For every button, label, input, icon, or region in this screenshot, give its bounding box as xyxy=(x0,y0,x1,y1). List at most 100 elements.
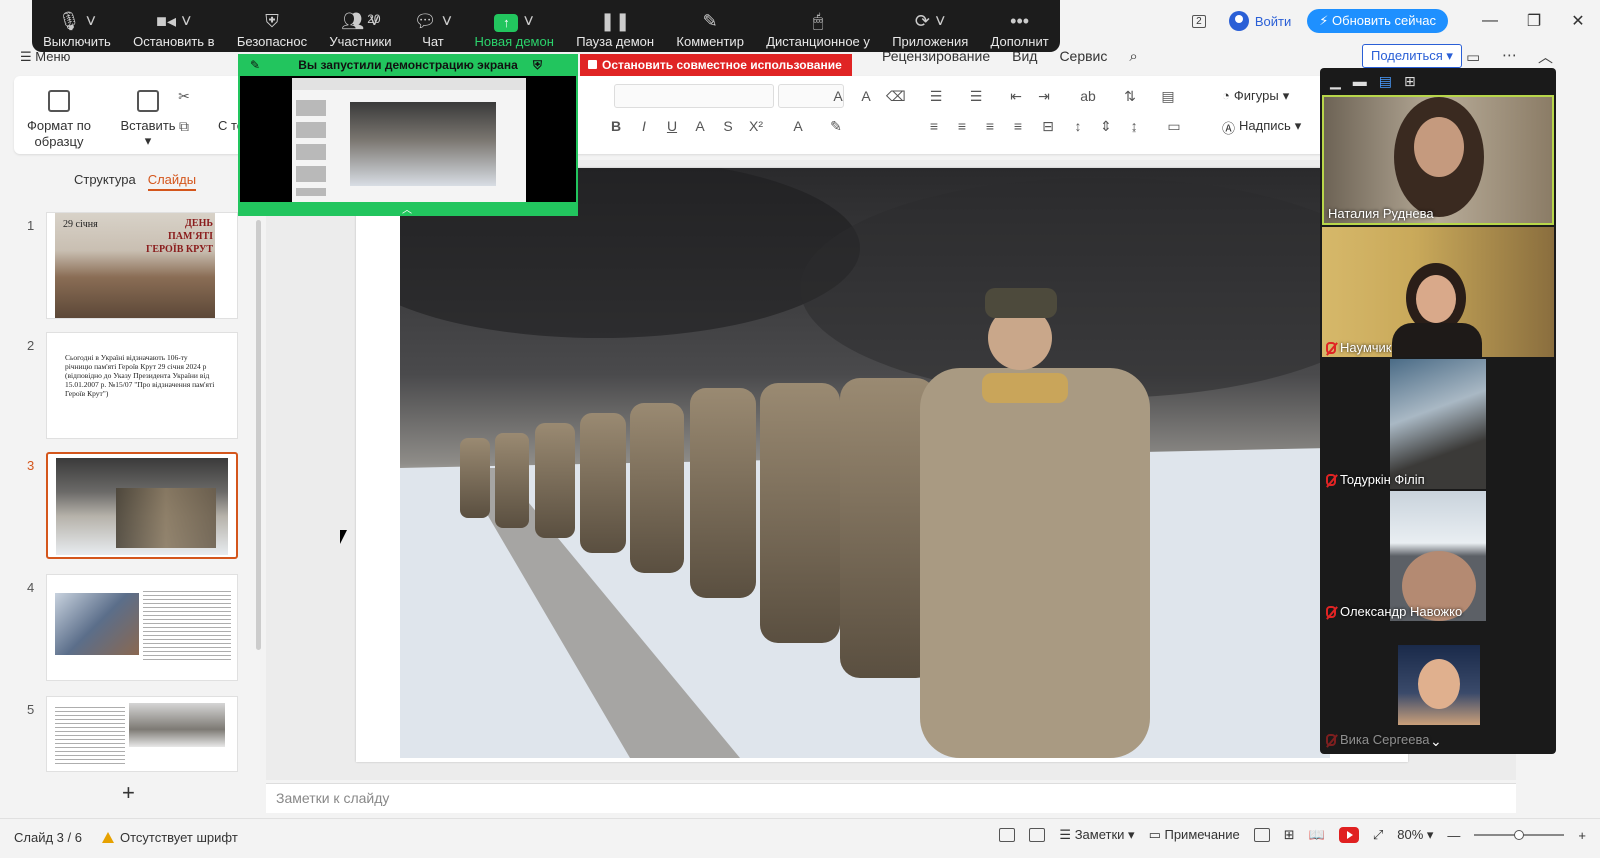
slide-thumbnail-2[interactable]: Сьогодні в Україні відзначають 106-ту рі… xyxy=(46,332,238,439)
bold-icon[interactable]: B xyxy=(608,118,624,134)
spacing-options-icon[interactable]: ↨ xyxy=(1126,118,1142,134)
share-button[interactable]: Поделиться ▾ xyxy=(1362,44,1462,68)
italic-icon[interactable]: I xyxy=(636,118,652,134)
new-share-button[interactable]: ↑ ˅ Новая демон xyxy=(474,8,553,49)
slide-photo-soldiers[interactable] xyxy=(400,168,1330,758)
shrink-font-icon[interactable]: A xyxy=(858,88,874,104)
speaker-view-icon[interactable]: ▬ xyxy=(1353,73,1367,89)
increase-indent-icon[interactable]: ⇥ xyxy=(1036,88,1052,104)
tab-structure[interactable]: Структура xyxy=(74,172,136,191)
minimize-gallery-icon[interactable]: ▁ xyxy=(1330,73,1341,90)
numbered-list-icon[interactable]: ☰ xyxy=(968,88,984,104)
share-preview[interactable]: ︿ xyxy=(238,76,578,216)
notes-toggle[interactable]: ☰ Заметки ▾ xyxy=(1059,827,1134,843)
stop-share-button[interactable]: Остановить совместное использование xyxy=(580,54,852,76)
slide-thumbnail-5[interactable] xyxy=(46,696,238,772)
slideshow-play-icon[interactable] xyxy=(1338,827,1359,843)
mute-button[interactable]: 🎙︎ ˅ Выключить xyxy=(43,8,111,49)
add-slide-button[interactable]: + xyxy=(122,780,135,806)
grid-view-icon[interactable]: ⊞ xyxy=(1404,73,1416,90)
slide-sorter-icon[interactable]: ⊞ xyxy=(1284,827,1295,843)
stop-video-button[interactable]: ■◂ ˅ Остановить в xyxy=(133,8,214,49)
video-icon: ■◂ ˅ xyxy=(156,11,192,31)
align-left-icon[interactable]: ≡ xyxy=(926,118,942,134)
font-color-icon[interactable]: A xyxy=(790,118,806,134)
participant-tile[interactable]: Наумчик xyxy=(1322,227,1554,357)
justify-icon[interactable]: ≡ xyxy=(1010,118,1026,134)
char-spacing-icon[interactable]: ab xyxy=(1080,88,1096,104)
gallery-strip-icon[interactable]: ▤ xyxy=(1379,73,1392,90)
shapes-button[interactable]: ◔ Фигуры ▾ xyxy=(1222,88,1289,104)
strikethrough-icon[interactable]: A xyxy=(692,118,708,134)
font-family-select[interactable] xyxy=(614,84,774,108)
comment-toggle[interactable]: ▭ Примечание xyxy=(1149,827,1240,843)
slides-scrollbar[interactable] xyxy=(256,220,261,650)
login-button[interactable]: Войти xyxy=(1219,0,1301,42)
slide-thumbnail-1[interactable]: 29 січня ДЕНЬ ПАМ'ЯТІ ГЕРОЇВ КРУТ xyxy=(46,212,238,319)
bullet-list-icon[interactable]: ☰ xyxy=(928,88,944,104)
slide-1-title: ДЕНЬ ПАМ'ЯТІ ГЕРОЇВ КРУТ xyxy=(145,218,213,255)
collapse-ribbon-icon[interactable]: ︿ xyxy=(1538,46,1553,67)
slide-thumbnail-4[interactable] xyxy=(46,574,238,681)
convert-smartart-icon[interactable]: ▤ xyxy=(1160,88,1176,104)
zoom-in-icon[interactable]: + xyxy=(1578,828,1586,843)
textbox-button[interactable]: Ⓐ Надпись ▾ xyxy=(1222,118,1301,137)
cut-icon[interactable]: ✂ xyxy=(176,88,192,104)
participant-tile[interactable]: Наталия Руднева xyxy=(1322,95,1554,225)
text-direction-icon[interactable]: ⇅ xyxy=(1122,88,1138,104)
participant-tile[interactable]: Олександр Навожко xyxy=(1322,491,1554,621)
slide-thumbnail-3[interactable] xyxy=(46,452,238,559)
grow-font-icon[interactable]: A xyxy=(830,88,846,104)
participant-tile[interactable]: Тодуркін Філіп xyxy=(1322,359,1554,489)
font-warning[interactable]: Отсутствует шрифт xyxy=(101,830,238,845)
fit-slide-icon[interactable]: ⤢ xyxy=(1373,827,1383,843)
participants-gallery: ▁ ▬ ▤ ⊞ Наталия Руднева Наумчик Тодуркін… xyxy=(1320,68,1556,754)
remote-control-button[interactable]: 🖱︎ Дистанционное у xyxy=(766,8,870,49)
align-center-icon[interactable]: ≡ xyxy=(954,118,970,134)
more-icon[interactable]: ⋯ xyxy=(1502,46,1517,64)
copy-icon[interactable]: ⧉ xyxy=(176,118,192,134)
clipboard-icon xyxy=(137,90,159,112)
format-painter-button[interactable]: Формат по образцу xyxy=(26,90,92,150)
slide-notes[interactable]: Заметки к слайду xyxy=(266,783,1516,813)
slide-layout-icon[interactable] xyxy=(999,828,1016,842)
shadow-icon[interactable]: S xyxy=(720,118,736,134)
search-icon[interactable]: ⌕ xyxy=(1129,48,1137,65)
paragraph-spacing-icon[interactable]: ⇕ xyxy=(1098,118,1114,134)
more-button[interactable]: ••• Дополнит xyxy=(991,8,1049,49)
align-right-icon[interactable]: ≡ xyxy=(982,118,998,134)
text-box-align-icon[interactable]: ▭ xyxy=(1166,118,1182,134)
comment-icon[interactable]: ▭ xyxy=(1466,48,1480,66)
tab-slides[interactable]: Слайды xyxy=(147,172,197,191)
participants-button[interactable]: 👥︎ ˅ 20 Участники xyxy=(329,8,391,49)
normal-view-icon[interactable] xyxy=(1253,828,1270,842)
tab-tools[interactable]: Сервис xyxy=(1059,48,1107,65)
apps-button[interactable]: ⟳ ˅ Приложения xyxy=(892,8,968,49)
close-button[interactable]: ✕ xyxy=(1556,0,1600,42)
underline-icon[interactable]: U xyxy=(664,118,680,134)
reading-view-icon[interactable]: 📖 xyxy=(1309,827,1325,843)
format-icon[interactable] xyxy=(1029,828,1046,842)
slide-5-text-lines xyxy=(55,707,125,767)
paste-button[interactable]: Вставить ▾ xyxy=(118,90,178,149)
chat-button[interactable]: 💬︎ ˅ Чат xyxy=(414,8,452,49)
chevron-down-icon[interactable]: ⌄ xyxy=(1430,733,1442,750)
participant-tile[interactable]: Вика Сергеева xyxy=(1322,623,1554,749)
line-spacing-icon[interactable]: ↕ xyxy=(1070,118,1086,134)
decrease-indent-icon[interactable]: ⇤ xyxy=(1008,88,1024,104)
annotate-button[interactable]: ✎ Комментир xyxy=(676,8,744,49)
restore-button[interactable]: ❐ xyxy=(1512,0,1556,42)
superscript-icon[interactable]: X² xyxy=(748,118,764,134)
clear-format-icon[interactable]: ⌫ xyxy=(886,88,906,104)
update-now-button[interactable]: ⚡ Обновить сейчас xyxy=(1307,9,1448,33)
zoom-slider[interactable] xyxy=(1474,830,1565,840)
zoom-level[interactable]: 80% ▾ xyxy=(1397,827,1433,843)
distribute-icon[interactable]: ⊟ xyxy=(1040,118,1056,134)
window-count-icon[interactable]: 2 xyxy=(1179,0,1219,42)
highlight-icon[interactable]: ✎ xyxy=(828,118,844,134)
minimize-button[interactable]: — xyxy=(1468,0,1512,42)
security-button[interactable]: ⛨ Безопаснос xyxy=(237,8,307,49)
collapse-preview-icon[interactable]: ︿ xyxy=(402,201,412,216)
zoom-out-icon[interactable]: — xyxy=(1447,828,1460,843)
pause-share-button[interactable]: ❚❚ Пауза демон xyxy=(576,8,654,49)
